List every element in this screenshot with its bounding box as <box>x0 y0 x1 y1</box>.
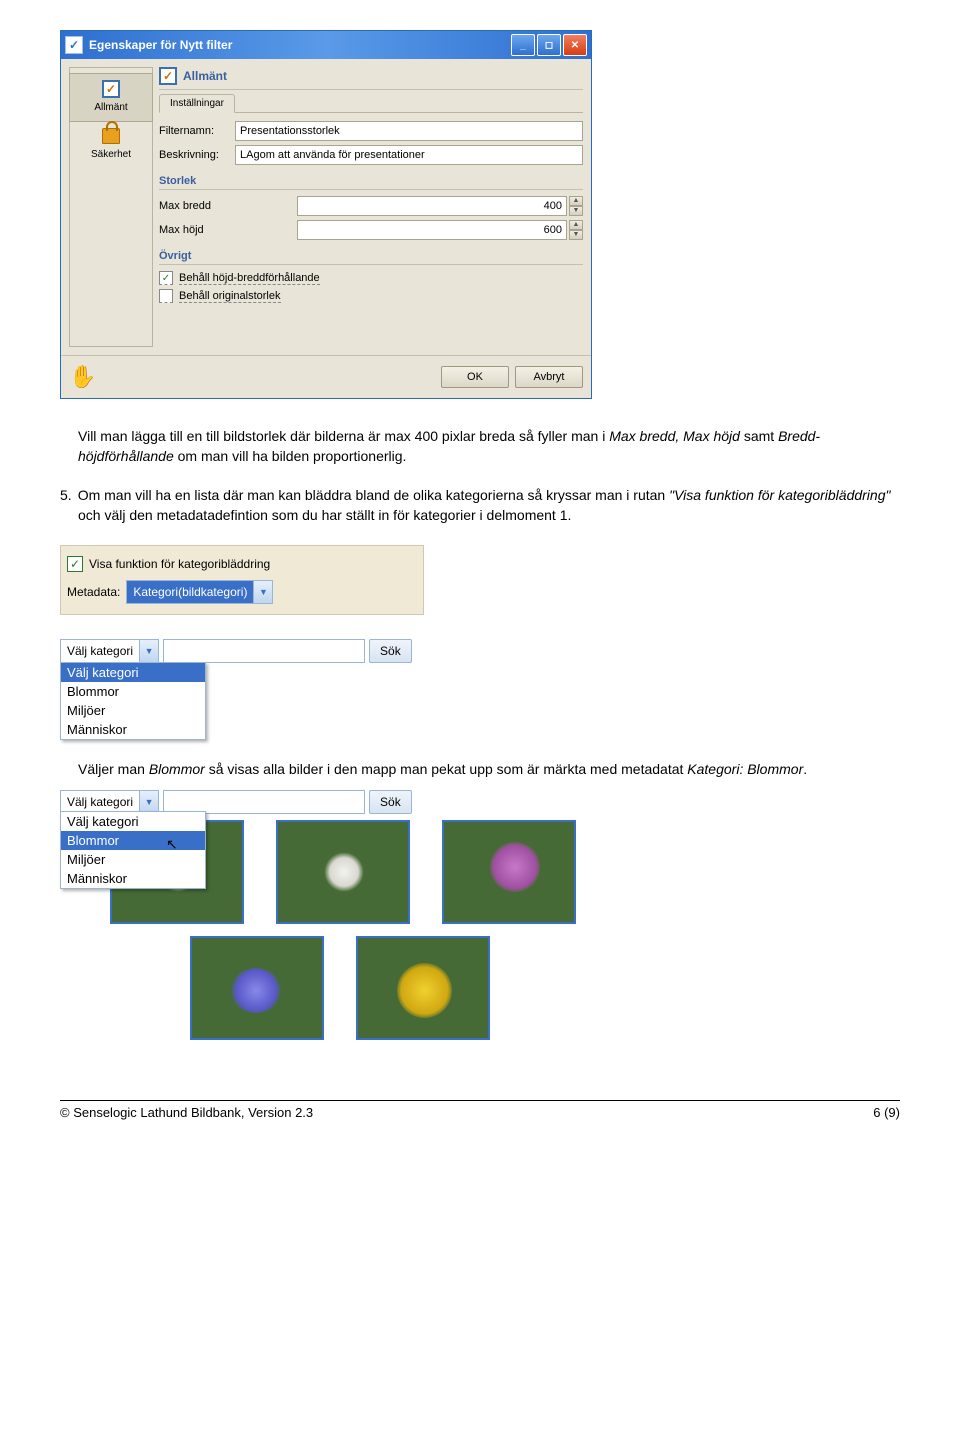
chevron-up-icon[interactable]: ▲ <box>569 196 583 206</box>
chevron-down-icon[interactable]: ▼ <box>569 206 583 216</box>
cursor-icon: ↖ <box>166 836 178 853</box>
filternamn-label: Filternamn: <box>159 125 235 137</box>
filter-properties-dialog: ✓ Egenskaper för Nytt filter _ ◻ ✕ ✓ All… <box>60 30 592 399</box>
minimize-button[interactable]: _ <box>511 34 535 56</box>
chevron-up-icon[interactable]: ▲ <box>569 220 583 230</box>
lock-icon <box>100 125 122 147</box>
metadata-label: Metadata: <box>67 585 120 599</box>
sidebar-item-sakerhet[interactable]: Säkerhet <box>70 121 152 168</box>
sok-button[interactable]: Sök <box>369 639 412 663</box>
keep-original-checkbox[interactable] <box>159 289 173 303</box>
paragraph-1: Vill man lägga till en till bildstorlek … <box>60 427 900 466</box>
option[interactable]: Människor <box>61 720 205 739</box>
thumbnail[interactable] <box>190 936 324 1040</box>
option[interactable]: Välj kategori <box>61 812 205 831</box>
max-hojd-input[interactable] <box>297 220 567 240</box>
max-hojd-spinner[interactable]: ▲ ▼ <box>569 220 583 240</box>
chevron-down-icon[interactable]: ▼ <box>139 640 158 662</box>
category-dropdown-2: Välj kategori Blommor Miljöer Människor <box>60 811 206 889</box>
sidebar-item-allmant[interactable]: ✓ Allmänt <box>69 73 153 122</box>
window-title: Egenskaper för Nytt filter <box>89 38 509 52</box>
footer-left: © Senselogic Lathund Bildbank, Version 2… <box>60 1105 313 1120</box>
avbryt-button[interactable]: Avbryt <box>515 366 583 388</box>
footer-right: 6 (9) <box>873 1105 900 1120</box>
max-bredd-label: Max bredd <box>159 200 297 212</box>
thumbnail[interactable] <box>356 936 490 1040</box>
max-bredd-input[interactable] <box>297 196 567 216</box>
category-browse-label: Visa funktion för kategoribläddring <box>89 557 270 571</box>
thumbnail[interactable] <box>442 820 576 924</box>
search-input[interactable] <box>163 639 365 663</box>
hand-icon: ✋ <box>69 364 96 390</box>
group-ovrigt: Övrigt <box>159 250 583 265</box>
option[interactable]: Miljöer <box>61 850 205 869</box>
titlebar[interactable]: ✓ Egenskaper för Nytt filter _ ◻ ✕ <box>61 31 591 59</box>
option[interactable]: Välj kategori <box>61 663 205 682</box>
search-block-1: Välj kategori ▼ Sök Välj kategori Blommo… <box>60 639 460 740</box>
option[interactable]: Människor <box>61 869 205 888</box>
check-icon: ✓ <box>100 78 122 100</box>
maximize-button[interactable]: ◻ <box>537 34 561 56</box>
filternamn-input[interactable] <box>235 121 583 141</box>
chevron-down-icon[interactable]: ▼ <box>139 791 158 813</box>
option[interactable]: Blommor <box>61 831 205 850</box>
chevron-down-icon[interactable]: ▼ <box>569 230 583 240</box>
option[interactable]: Blommor <box>61 682 205 701</box>
metadata-select[interactable]: Kategori(bildkategori) ▼ <box>126 580 273 604</box>
max-bredd-spinner[interactable]: ▲ ▼ <box>569 196 583 216</box>
ok-button[interactable]: OK <box>441 366 509 388</box>
dialog-sidebar: ✓ Allmänt Säkerhet <box>69 67 153 347</box>
group-storlek: Storlek <box>159 175 583 190</box>
paragraph-2: 5.Om man vill ha en lista där man kan bl… <box>60 486 900 525</box>
check-icon: ✓ <box>159 67 177 85</box>
category-browse-checkbox[interactable]: ✓ <box>67 556 83 572</box>
metadata-panel: ✓ Visa funktion för kategoribläddring Me… <box>60 545 424 615</box>
option[interactable]: Miljöer <box>61 701 205 720</box>
keep-ratio-checkbox[interactable]: ✓ <box>159 271 173 285</box>
tab-installningar[interactable]: Inställningar <box>159 94 235 113</box>
keep-original-label: Behåll originalstorlek <box>179 290 281 303</box>
max-hojd-label: Max höjd <box>159 224 297 236</box>
app-icon: ✓ <box>65 36 83 54</box>
thumbnail[interactable] <box>276 820 410 924</box>
sok-button-2[interactable]: Sök <box>369 790 412 814</box>
page-footer: © Senselogic Lathund Bildbank, Version 2… <box>60 1100 900 1120</box>
category-select[interactable]: Välj kategori ▼ <box>60 639 159 663</box>
chevron-down-icon[interactable]: ▼ <box>253 581 272 603</box>
paragraph-3: Väljer man Blommor så visas alla bilder … <box>60 760 900 780</box>
beskrivning-input[interactable] <box>235 145 583 165</box>
panel-header: ✓ Allmänt <box>159 67 583 90</box>
keep-ratio-label: Behåll höjd-breddförhållande <box>179 272 320 285</box>
gallery-block: Välj kategori ▼ Sök Välj kategori Blommo… <box>60 820 820 1040</box>
close-button[interactable]: ✕ <box>563 34 587 56</box>
category-dropdown: Välj kategori Blommor Miljöer Människor <box>60 662 206 740</box>
beskrivning-label: Beskrivning: <box>159 149 235 161</box>
